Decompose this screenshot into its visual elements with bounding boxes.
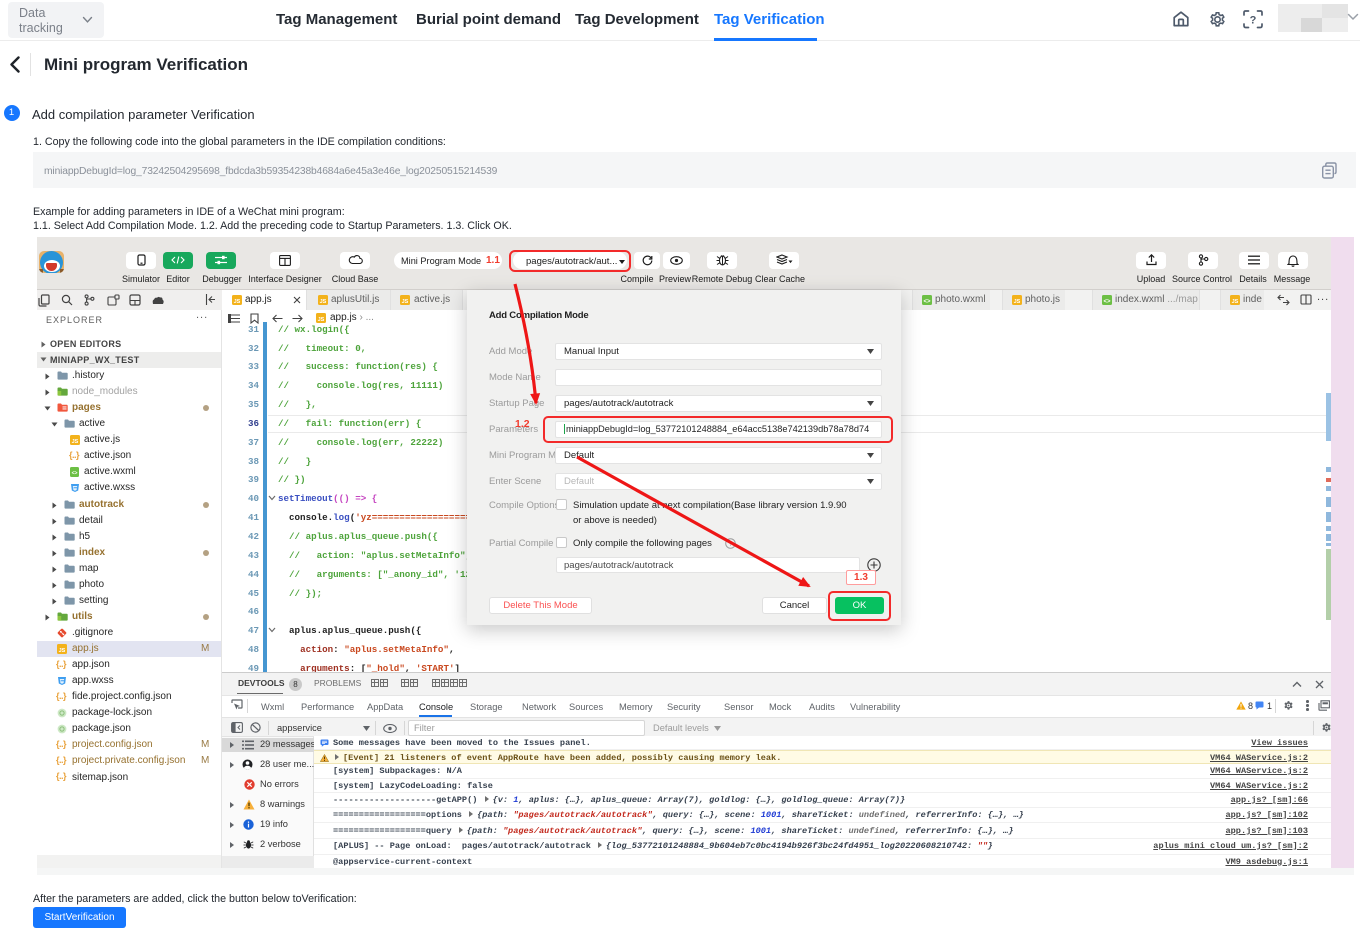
svg-text:?: ? (1250, 15, 1257, 27)
